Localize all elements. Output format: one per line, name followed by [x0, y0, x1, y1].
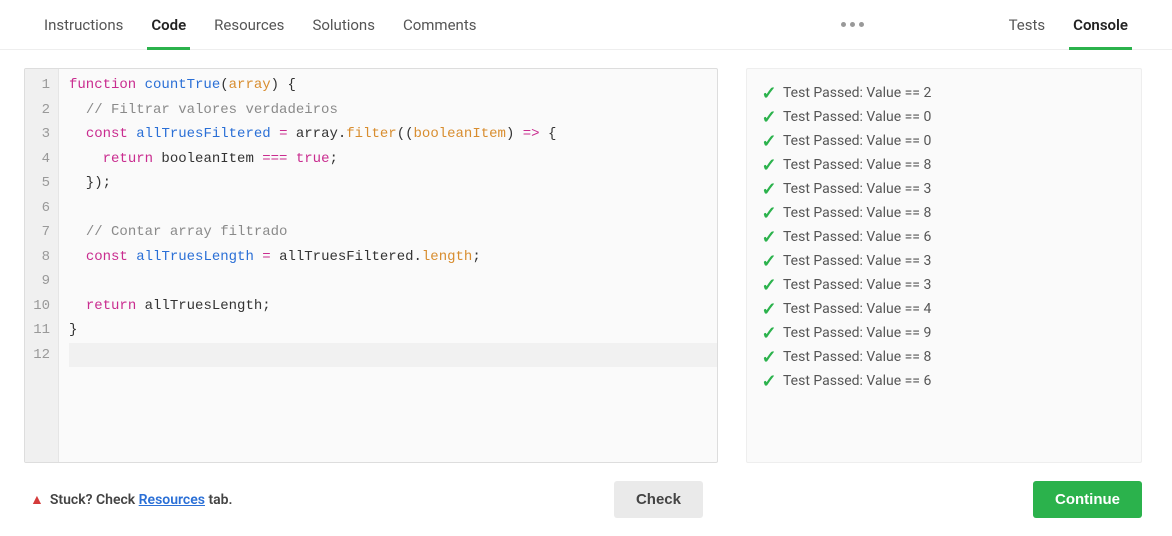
- line-number: 8: [25, 245, 58, 270]
- check-icon: ✓: [761, 299, 777, 320]
- code-line[interactable]: const allTruesLength = allTruesFiltered.…: [69, 245, 717, 270]
- code-line[interactable]: const allTruesFiltered = array.filter((b…: [69, 122, 717, 147]
- test-result-text: Test Passed: Value == 3: [783, 277, 931, 293]
- code-line[interactable]: [69, 269, 717, 294]
- check-icon: ✓: [761, 179, 777, 200]
- line-number: 1: [25, 73, 58, 98]
- test-result-text: Test Passed: Value == 6: [783, 373, 931, 389]
- code-line[interactable]: [69, 196, 717, 221]
- test-result: ✓ Test Passed: Value == 3: [761, 249, 1127, 273]
- tab-tests[interactable]: Tests: [995, 0, 1060, 49]
- line-number: 7: [25, 220, 58, 245]
- code-line[interactable]: return allTruesLength;: [69, 294, 717, 319]
- stuck-prefix: Stuck? Check: [50, 492, 139, 508]
- tab-solutions[interactable]: Solutions: [298, 0, 389, 49]
- test-result: ✓ Test Passed: Value == 3: [761, 273, 1127, 297]
- code-line[interactable]: // Contar array filtrado: [69, 220, 717, 245]
- test-result: ✓ Test Passed: Value == 6: [761, 369, 1127, 393]
- code-editor[interactable]: 123456789101112 function countTrue(array…: [24, 68, 718, 463]
- check-button[interactable]: Check: [614, 481, 703, 518]
- tab-code[interactable]: Code: [137, 0, 200, 49]
- tab-resources[interactable]: Resources: [200, 0, 298, 49]
- check-icon: ✓: [761, 155, 777, 176]
- tabs-row: InstructionsCodeResourcesSolutionsCommen…: [0, 0, 1172, 50]
- test-result-text: Test Passed: Value == 0: [783, 133, 931, 149]
- test-result-text: Test Passed: Value == 9: [783, 325, 931, 341]
- line-number: 3: [25, 122, 58, 147]
- test-result: ✓ Test Passed: Value == 8: [761, 345, 1127, 369]
- tab-instructions[interactable]: Instructions: [30, 0, 137, 49]
- test-result: ✓ Test Passed: Value == 6: [761, 225, 1127, 249]
- code-line[interactable]: }: [69, 318, 717, 343]
- line-number: 12: [25, 343, 58, 368]
- test-result-text: Test Passed: Value == 4: [783, 301, 931, 317]
- editor-gutter: 123456789101112: [25, 69, 59, 462]
- test-result-text: Test Passed: Value == 3: [783, 181, 931, 197]
- console-output: ✓ Test Passed: Value == 2 ✓ Test Passed: Va…: [746, 68, 1142, 463]
- test-result-text: Test Passed: Value == 3: [783, 253, 931, 269]
- check-icon: ✓: [761, 227, 777, 248]
- code-line[interactable]: function countTrue(array) {: [69, 73, 717, 98]
- stuck-suffix: tab.: [205, 492, 233, 508]
- check-icon: ✓: [761, 131, 777, 152]
- continue-button[interactable]: Continue: [1033, 481, 1142, 518]
- test-result-text: Test Passed: Value == 8: [783, 157, 931, 173]
- stuck-hint: ▲ Stuck? Check Resources tab.: [30, 491, 233, 508]
- code-line[interactable]: [69, 343, 717, 368]
- resources-link[interactable]: Resources: [139, 492, 205, 508]
- code-line[interactable]: });: [69, 171, 717, 196]
- test-result: ✓ Test Passed: Value == 0: [761, 105, 1127, 129]
- line-number: 5: [25, 171, 58, 196]
- test-result: ✓ Test Passed: Value == 4: [761, 297, 1127, 321]
- tabs-left: InstructionsCodeResourcesSolutionsCommen…: [30, 0, 490, 49]
- code-line[interactable]: return booleanItem === true;: [69, 147, 717, 172]
- test-result-text: Test Passed: Value == 8: [783, 349, 931, 365]
- line-number: 2: [25, 98, 58, 123]
- test-result-text: Test Passed: Value == 6: [783, 229, 931, 245]
- warning-icon: ▲: [30, 491, 44, 508]
- line-number: 4: [25, 147, 58, 172]
- check-icon: ✓: [761, 251, 777, 272]
- test-result: ✓ Test Passed: Value == 2: [761, 81, 1127, 105]
- test-result: ✓ Test Passed: Value == 8: [761, 153, 1127, 177]
- line-number: 11: [25, 318, 58, 343]
- check-icon: ✓: [761, 347, 777, 368]
- tabs-right: TestsConsole: [995, 0, 1142, 49]
- more-menu-icon[interactable]: [841, 22, 864, 27]
- test-result-text: Test Passed: Value == 2: [783, 85, 931, 101]
- check-icon: ✓: [761, 203, 777, 224]
- test-result-text: Test Passed: Value == 0: [783, 109, 931, 125]
- check-icon: ✓: [761, 107, 777, 128]
- test-result: ✓ Test Passed: Value == 8: [761, 201, 1127, 225]
- line-number: 6: [25, 196, 58, 221]
- check-icon: ✓: [761, 323, 777, 344]
- tab-comments[interactable]: Comments: [389, 0, 491, 49]
- test-result: ✓ Test Passed: Value == 9: [761, 321, 1127, 345]
- tab-console[interactable]: Console: [1059, 0, 1142, 49]
- test-result-text: Test Passed: Value == 8: [783, 205, 931, 221]
- check-icon: ✓: [761, 275, 777, 296]
- code-line[interactable]: // Filtrar valores verdadeiros: [69, 98, 717, 123]
- editor-code[interactable]: function countTrue(array) { // Filtrar v…: [59, 69, 717, 462]
- test-result: ✓ Test Passed: Value == 3: [761, 177, 1127, 201]
- line-number: 9: [25, 269, 58, 294]
- check-icon: ✓: [761, 371, 777, 392]
- line-number: 10: [25, 294, 58, 319]
- test-result: ✓ Test Passed: Value == 0: [761, 129, 1127, 153]
- check-icon: ✓: [761, 83, 777, 104]
